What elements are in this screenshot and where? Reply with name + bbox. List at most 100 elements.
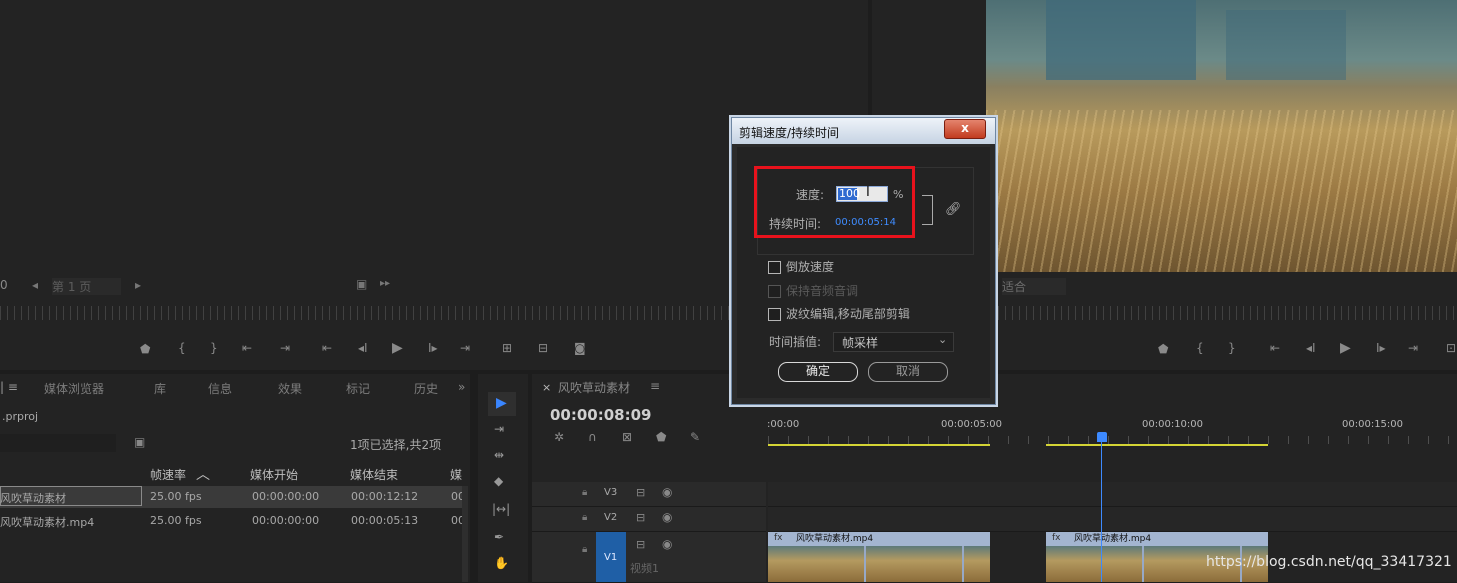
overwrite-icon[interactable]: ⊟	[538, 341, 548, 355]
ripple-edit-icon[interactable]: ⇹	[494, 448, 504, 462]
fit-label[interactable]: 适合	[1002, 278, 1067, 295]
ok-button[interactable]: 确定	[778, 362, 858, 382]
time-interpolation-select[interactable]: 帧采样 ⌄	[833, 332, 954, 352]
program-video-frame	[986, 0, 1457, 272]
lock-icon[interactable]: 🔒︎	[582, 512, 587, 523]
close-tab-icon[interactable]: ×	[542, 381, 551, 394]
marker-icon[interactable]: ⬟	[140, 342, 150, 356]
cancel-button[interactable]: 取消	[868, 362, 948, 382]
close-button[interactable]: x	[944, 119, 986, 139]
snap-icon[interactable]: ∩	[588, 430, 597, 444]
prev-page-icon[interactable]: ◂	[32, 278, 38, 292]
keep-pitch-checkbox[interactable]	[768, 285, 781, 298]
new-bin-icon[interactable]: ▣	[134, 435, 145, 449]
ripple-edit-checkbox[interactable]	[768, 308, 781, 321]
source-patch-v1[interactable]: V1	[596, 532, 626, 582]
watermark: https://blog.csdn.net/qq_33417321	[1206, 554, 1452, 570]
step-back-frame-icon[interactable]: ◂I	[1306, 341, 1316, 355]
tab-media-browser[interactable]: 媒体浏览器	[44, 380, 104, 397]
step-back-icon[interactable]: ⇤	[322, 341, 332, 355]
table-row[interactable]: 风吹草动素材 25.00 fps 00:00:00:00 00:00:12:12…	[0, 486, 465, 508]
next-page-icon[interactable]: ▸	[135, 278, 141, 292]
time-ruler-ticks[interactable]	[768, 436, 1457, 444]
chain-link-icon[interactable]: 🔗︎	[945, 202, 962, 217]
mark-in-icon[interactable]: {	[178, 341, 186, 355]
lock-icon[interactable]: 🔒︎	[582, 487, 587, 498]
playhead-line[interactable]	[1101, 440, 1102, 582]
sync-lock-icon[interactable]: ⊟	[636, 538, 645, 551]
track-header-v3[interactable]: 🔒︎ V3 ⊟ ◉	[532, 482, 766, 507]
lift-icon[interactable]: ⊡	[1446, 341, 1456, 355]
slip-icon[interactable]: |↔|	[492, 502, 510, 516]
tab-library[interactable]: 库	[154, 380, 166, 397]
column-media-start[interactable]: 媒体开始	[250, 466, 298, 483]
search-input[interactable]	[0, 434, 116, 452]
go-to-out-icon[interactable]: ⇥	[280, 341, 290, 355]
linked-selection-icon[interactable]: ⊠	[622, 430, 632, 444]
mark-out-icon[interactable]: }	[1228, 341, 1236, 355]
tools-panel: ▶ ⇥ ⇹ ◆ |↔| ✒ ✋	[478, 374, 528, 582]
track-header-v1[interactable]: 🔒︎ V1 ⊟ ◉ 视频1	[532, 532, 766, 583]
mark-in-icon[interactable]: {	[1196, 341, 1204, 355]
go-to-end-icon[interactable]: ⇥	[1408, 341, 1418, 355]
tab-info[interactable]: 信息	[208, 380, 232, 397]
column-extra[interactable]: 媒	[450, 466, 462, 483]
sync-lock-icon[interactable]: ⊟	[636, 486, 645, 499]
selection-tool-icon[interactable]: ▶	[496, 395, 507, 411]
step-forward-icon[interactable]: I▸	[428, 341, 438, 355]
sync-lock-icon[interactable]: ⊟	[636, 511, 645, 524]
play-icon[interactable]: ▶	[1340, 340, 1351, 356]
row-fps: 25.00 fps	[150, 514, 202, 527]
go-to-end-icon[interactable]: ⇥	[460, 341, 470, 355]
track-header-v2[interactable]: 🔒︎ V2 ⊟ ◉	[532, 507, 766, 532]
clip-thumbnail	[964, 546, 990, 582]
marker-icon[interactable]: ⬟	[1158, 342, 1168, 356]
razor-icon[interactable]: ◆	[494, 474, 503, 488]
hand-icon[interactable]: ✋	[494, 556, 509, 570]
dialog-titlebar[interactable]: 剪辑速度/持续时间 x	[732, 118, 995, 144]
tab-markers[interactable]: 标记	[346, 380, 370, 397]
column-media-end[interactable]: 媒体结束	[350, 466, 398, 483]
track-select-icon[interactable]: ⇥	[494, 422, 504, 436]
scrollbar[interactable]	[462, 486, 468, 582]
table-row[interactable]: 风吹草动素材.mp4 25.00 fps 00:00:00:00 00:00:0…	[0, 510, 465, 532]
tab-history[interactable]: 历史	[414, 380, 440, 397]
pen-icon[interactable]: ✒	[494, 530, 504, 544]
playhead-handle[interactable]	[1097, 432, 1107, 442]
tab-effects[interactable]: 效果	[278, 380, 302, 397]
work-area-bar[interactable]	[768, 444, 990, 446]
eye-icon[interactable]: ◉	[662, 510, 672, 524]
add-marker-icon[interactable]: ⬟	[656, 430, 666, 444]
eye-icon[interactable]: ◉	[662, 485, 672, 499]
chevron-down-icon: ⌄	[938, 333, 948, 346]
sort-ascending-icon[interactable]: ︿	[196, 464, 210, 484]
track-lane-v2[interactable]	[768, 507, 1457, 532]
step-forward-icon[interactable]: I▸	[1376, 341, 1386, 355]
export-frame-icon[interactable]: ▣	[356, 277, 367, 291]
lock-icon[interactable]: 🔒︎	[582, 544, 587, 555]
eye-icon[interactable]: ◉	[662, 537, 672, 551]
timeline-timecode[interactable]: 00:00:08:09	[550, 406, 652, 424]
settings-arrow-icon[interactable]: ▸▸	[380, 278, 390, 289]
nest-icon[interactable]: ✲	[554, 430, 564, 444]
page-label[interactable]: 第 1 页	[52, 278, 122, 295]
tab-menu-icon[interactable]: ≡	[650, 379, 660, 393]
column-fps[interactable]: 帧速率	[150, 466, 186, 483]
mark-out-icon[interactable]: }	[210, 341, 218, 355]
fx-badge-icon: fx	[774, 533, 783, 543]
step-back-frame-icon[interactable]: ◂I	[358, 341, 368, 355]
video-clip[interactable]: 风吹草动素材.mp4 fx	[768, 532, 990, 582]
more-tabs-icon[interactable]: »	[458, 380, 465, 394]
wrench-icon[interactable]: ✎	[690, 430, 700, 444]
panel-menu-icon[interactable]: | ≡	[0, 380, 18, 394]
track-lane-v3[interactable]	[768, 482, 1457, 507]
play-icon[interactable]: ▶	[392, 340, 403, 356]
column-header-row: 帧速率 ︿ 媒体开始 媒体结束 媒	[0, 464, 462, 484]
reverse-speed-checkbox[interactable]	[768, 261, 781, 274]
camera-icon[interactable]: ◙	[574, 341, 586, 355]
work-area-bar[interactable]	[1046, 444, 1268, 446]
insert-icon[interactable]: ⊞	[502, 341, 512, 355]
go-to-in-icon[interactable]: ⇤	[1270, 341, 1280, 355]
sequence-tab[interactable]: 风吹草动素材	[558, 379, 630, 396]
go-to-in-icon[interactable]: ⇤	[242, 341, 252, 355]
